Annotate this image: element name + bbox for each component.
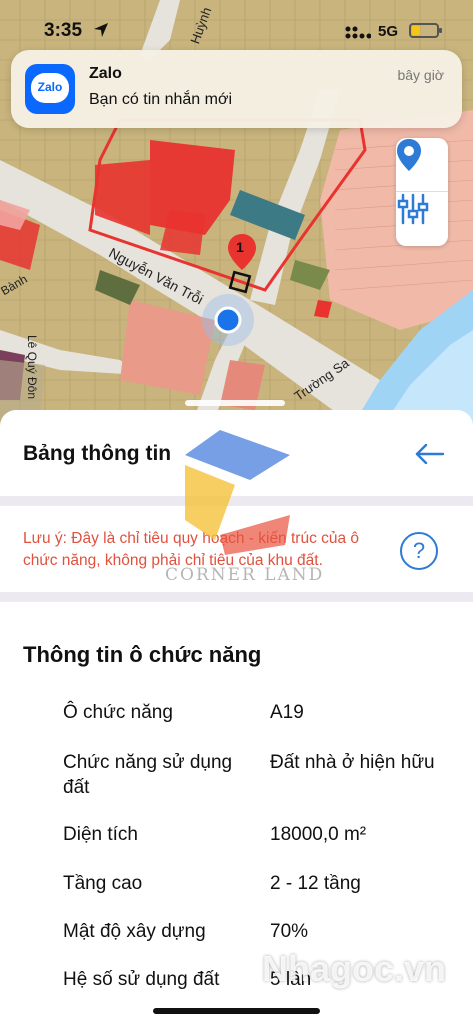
help-icon[interactable]: ? <box>400 532 438 570</box>
corner-land-watermark: CORNER LAND <box>165 565 325 585</box>
info-label: Diện tích <box>63 824 138 845</box>
info-label: Chức năng sử dụng đất <box>63 752 233 798</box>
info-label: Mật độ xây dựng <box>63 921 206 942</box>
info-value: 70% <box>270 921 309 942</box>
info-label: Tầng cao <box>63 873 143 894</box>
push-notification[interactable]: Zalo Zalo bây giờ Bạn có tin nhắn mới <box>11 50 462 128</box>
info-label: Hệ số sử dụng đất <box>63 969 220 990</box>
filter-sliders-icon <box>397 193 429 225</box>
back-arrow-icon <box>415 444 445 464</box>
sheet-grabber[interactable] <box>185 400 285 406</box>
locate-button[interactable] <box>396 138 448 192</box>
info-value: 2 - 12 tầng <box>270 873 361 894</box>
navigation-arrow-icon <box>94 23 108 37</box>
nhagoc-watermark: Nhagoc.vn <box>262 948 447 989</box>
map-pin-icon <box>397 139 421 171</box>
info-value: Đất nhà ở hiện hữu <box>270 752 435 773</box>
info-label: Ô chức năng <box>63 702 173 723</box>
notification-app-name: Zalo <box>89 65 122 82</box>
filter-button[interactable] <box>396 192 448 246</box>
status-time: 3:35 <box>44 20 83 41</box>
section-title: Thông tin ô chức năng <box>23 642 262 667</box>
home-indicator[interactable] <box>153 1008 320 1014</box>
zalo-icon-text: Zalo <box>37 80 63 94</box>
marker-number: 1 <box>236 239 244 255</box>
battery-icon <box>409 23 442 38</box>
divider <box>0 592 473 602</box>
zalo-app-icon: Zalo <box>25 64 75 114</box>
signal-icon <box>345 26 371 39</box>
notification-message: Bạn có tin nhắn mới <box>89 91 233 108</box>
info-sheet: Bảng thông tin Lưu ý: Đây là chỉ tiêu qu… <box>0 410 473 1024</box>
back-button[interactable] <box>410 438 450 470</box>
divider <box>0 496 473 506</box>
sheet-title: Bảng thông tin <box>23 442 172 465</box>
info-value: 18000,0 m² <box>270 824 367 845</box>
network-type: 5G <box>378 23 399 40</box>
status-bar: 3:35 5G <box>0 0 473 48</box>
map-controls <box>396 138 448 246</box>
street-label-le-quy-don: Lê Quý Đôn <box>25 334 40 400</box>
notification-time: bây giờ <box>397 67 444 83</box>
info-value: A19 <box>270 702 304 723</box>
